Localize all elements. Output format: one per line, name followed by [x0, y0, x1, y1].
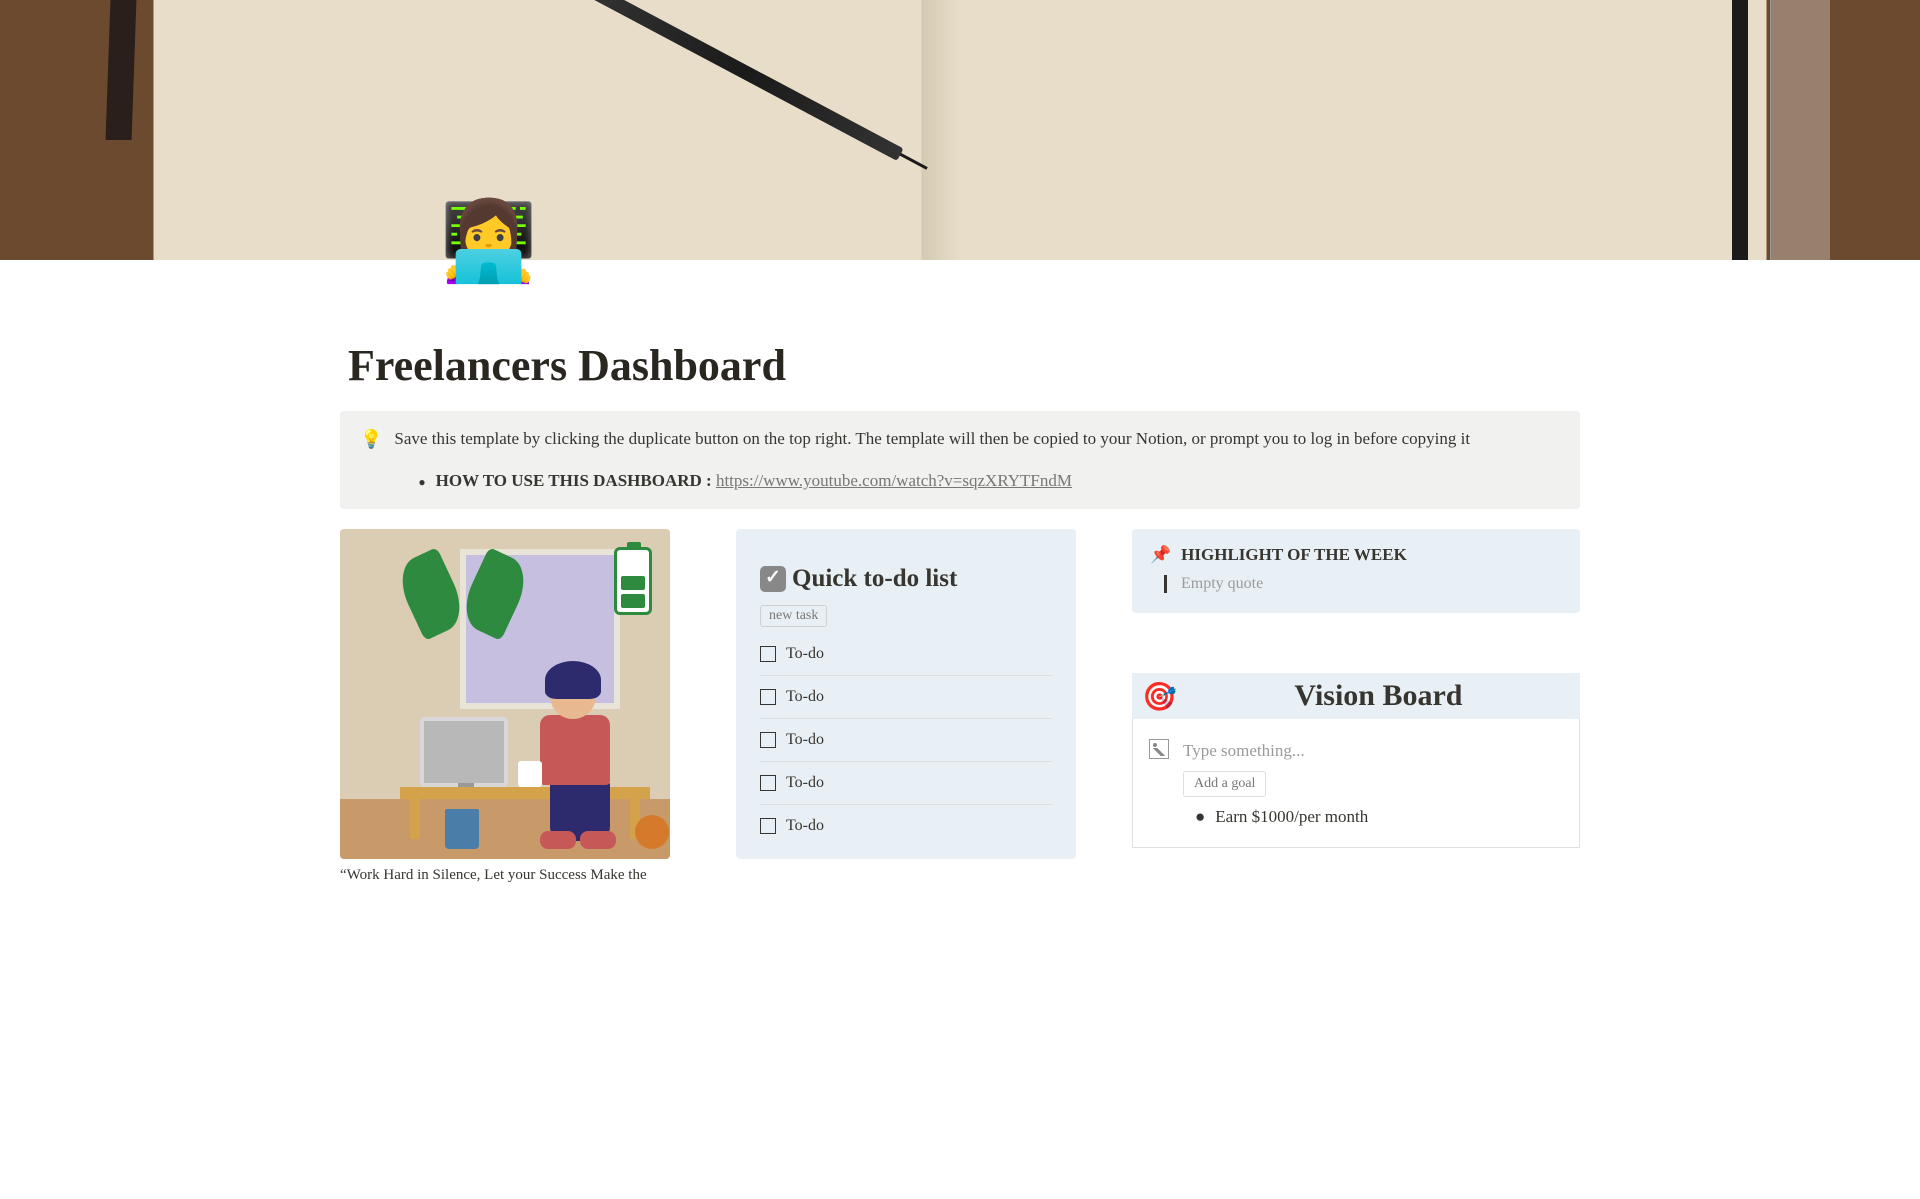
- cover-pen: [591, 0, 928, 170]
- checkbox-icon: [760, 566, 786, 592]
- todo-checkbox[interactable]: [760, 732, 776, 748]
- todo-item[interactable]: To-do: [760, 719, 1052, 762]
- todo-item-label: To-do: [786, 731, 824, 749]
- todo-item-label: To-do: [786, 774, 824, 792]
- todo-item-label: To-do: [786, 817, 824, 835]
- cover-image: [0, 0, 1920, 260]
- broken-image-icon: [1149, 739, 1169, 759]
- add-goal-button[interactable]: Add a goal: [1183, 771, 1266, 797]
- page-icon[interactable]: 👩‍💻: [440, 202, 518, 280]
- vision-prompt[interactable]: Type something...: [1183, 739, 1305, 761]
- todo-title-text: Quick to-do list: [792, 565, 957, 593]
- todo-item[interactable]: To-do: [760, 633, 1052, 676]
- todo-item[interactable]: To-do: [760, 805, 1052, 847]
- illustration-image[interactable]: [340, 529, 670, 859]
- quote-block[interactable]: Empty quote: [1164, 575, 1562, 593]
- highlight-heading[interactable]: 📌 HIGHLIGHT OF THE WEEK: [1150, 545, 1562, 565]
- vision-heading-row[interactable]: 🎯 Vision Board: [1132, 673, 1580, 719]
- todo-heading[interactable]: Quick to-do list: [760, 565, 1052, 593]
- todo-checkbox[interactable]: [760, 818, 776, 834]
- cover-ruler: [1770, 0, 1830, 260]
- todo-callout: Quick to-do list new task To-do To-do To-d…: [736, 529, 1076, 859]
- howto-link[interactable]: https://www.youtube.com/watch?v=sqzXRYTF…: [716, 471, 1072, 490]
- bullet-icon: ●: [418, 475, 425, 490]
- vision-content: Type something... Add a goal ● Earn $100…: [1132, 719, 1580, 848]
- pushpin-icon: 📌: [1150, 545, 1171, 565]
- todo-item[interactable]: To-do: [760, 676, 1052, 719]
- todo-item-label: To-do: [786, 688, 824, 706]
- vision-title: Vision Board: [1187, 679, 1570, 713]
- howto-label: HOW TO USE THIS DASHBOARD :: [436, 471, 712, 490]
- todo-item-label: To-do: [786, 645, 824, 663]
- callout-text: Save this template by clicking the dupli…: [394, 429, 1470, 448]
- lightbulb-icon: 💡: [360, 429, 382, 491]
- image-caption[interactable]: “Work Hard in Silence, Let your Success …: [340, 867, 680, 884]
- highlight-callout: 📌 HIGHLIGHT OF THE WEEK Empty quote: [1132, 529, 1580, 613]
- bullet-icon: ●: [1195, 807, 1205, 827]
- cover-bookmark: [106, 0, 137, 140]
- vision-goal-1[interactable]: Earn $1000/per month: [1215, 807, 1368, 827]
- todo-checkbox[interactable]: [760, 646, 776, 662]
- highlight-title-text: HIGHLIGHT OF THE WEEK: [1181, 545, 1407, 565]
- todo-checkbox[interactable]: [760, 689, 776, 705]
- todo-checkbox[interactable]: [760, 775, 776, 791]
- target-icon: 🎯: [1142, 680, 1177, 713]
- todo-item[interactable]: To-do: [760, 762, 1052, 805]
- cover-pen-2: [1732, 0, 1748, 260]
- callout-block[interactable]: 💡 Save this template by clicking the dup…: [340, 411, 1580, 509]
- new-task-button[interactable]: new task: [760, 605, 827, 627]
